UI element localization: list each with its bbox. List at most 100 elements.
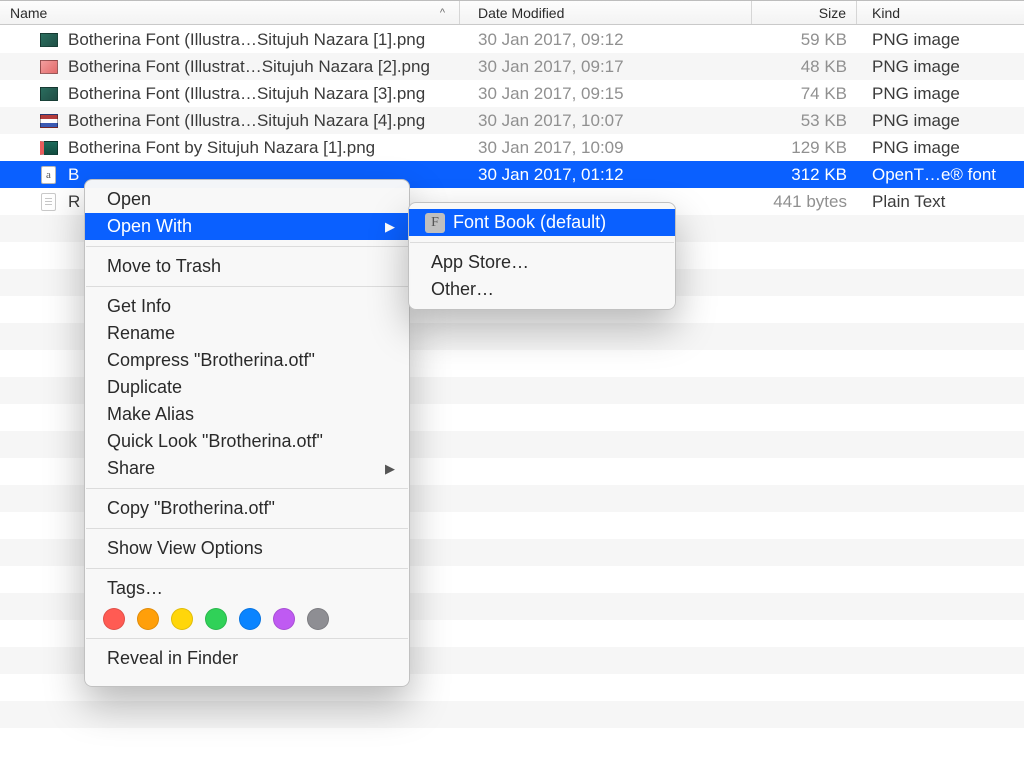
tag-color-dot[interactable] [273, 608, 295, 630]
font-file-icon [41, 166, 56, 184]
image-thumbnail-icon [40, 87, 58, 101]
table-row[interactable]: Botherina Font (Illustra…Situjuh Nazara … [0, 26, 1024, 53]
image-thumbnail-icon [40, 33, 58, 47]
file-name-label: Botherina Font (Illustra…Situjuh Nazara … [68, 84, 425, 104]
menu-rename-label: Rename [107, 323, 175, 344]
tag-color-dot[interactable] [103, 608, 125, 630]
menu-open[interactable]: Open [85, 186, 409, 213]
column-header-date[interactable]: Date Modified [460, 1, 752, 24]
tag-color-dot[interactable] [239, 608, 261, 630]
file-date-cell: 30 Jan 2017, 01:12 [460, 165, 752, 185]
menu-duplicate[interactable]: Duplicate [85, 374, 409, 401]
open-with-other[interactable]: Other… [409, 276, 675, 303]
file-size-cell: 59 KB [752, 30, 857, 50]
column-header-name-label: Name [10, 5, 47, 21]
file-date-cell: 30 Jan 2017, 09:17 [460, 57, 752, 77]
menu-rename[interactable]: Rename [85, 320, 409, 347]
menu-duplicate-label: Duplicate [107, 377, 182, 398]
menu-compress-label: Compress "Brotherina.otf" [107, 350, 315, 371]
file-name-cell: Botherina Font (Illustrat…Situjuh Nazara… [0, 57, 460, 77]
menu-quick-look[interactable]: Quick Look "Brotherina.otf" [85, 428, 409, 455]
column-header-kind[interactable]: Kind [857, 1, 1024, 24]
menu-separator [86, 638, 408, 639]
menu-open-label: Open [107, 189, 151, 210]
table-row[interactable]: Botherina Font by Situjuh Nazara [1].png… [0, 134, 1024, 161]
font-book-app-icon: F [425, 213, 445, 233]
sort-ascending-icon: ^ [440, 7, 445, 19]
file-name-cell: Botherina Font (Illustra…Situjuh Nazara … [0, 84, 460, 104]
tag-color-dot[interactable] [307, 608, 329, 630]
menu-make-alias[interactable]: Make Alias [85, 401, 409, 428]
file-name-label: Botherina Font (Illustrat…Situjuh Nazara… [68, 57, 430, 77]
file-name-label: B [68, 165, 79, 185]
tag-color-dot[interactable] [171, 608, 193, 630]
table-row[interactable]: Botherina Font (Illustrat…Situjuh Nazara… [0, 53, 1024, 80]
tag-color-row [85, 602, 409, 632]
column-header-name[interactable]: Name ^ [0, 1, 460, 24]
open-with-app-store[interactable]: App Store… [409, 249, 675, 276]
file-name-cell: Botherina Font (Illustra…Situjuh Nazara … [0, 30, 460, 50]
menu-copy[interactable]: Copy "Brotherina.otf" [85, 495, 409, 522]
file-date-cell: 30 Jan 2017, 10:09 [460, 138, 752, 158]
menu-open-with[interactable]: Open With ▶ [85, 213, 409, 240]
file-size-cell: 48 KB [752, 57, 857, 77]
menu-share[interactable]: Share ▶ [85, 455, 409, 482]
table-row[interactable]: Botherina Font (Illustra…Situjuh Nazara … [0, 80, 1024, 107]
menu-separator [86, 286, 408, 287]
file-kind-cell: PNG image [857, 111, 1024, 131]
open-with-app-store-label: App Store… [431, 252, 529, 273]
file-name-label: Botherina Font by Situjuh Nazara [1].png [68, 138, 375, 158]
menu-open-with-label: Open With [107, 216, 192, 237]
file-date-cell: 30 Jan 2017, 10:07 [460, 111, 752, 131]
chevron-right-icon: ▶ [385, 219, 395, 235]
menu-separator [86, 528, 408, 529]
file-name-label: Botherina Font (Illustra…Situjuh Nazara … [68, 30, 425, 50]
file-name-cell: Botherina Font by Situjuh Nazara [1].png [0, 138, 460, 158]
image-thumbnail-icon [40, 60, 58, 74]
menu-tags-label: Tags… [107, 578, 163, 599]
file-kind-cell: PNG image [857, 138, 1024, 158]
text-file-icon [41, 193, 56, 211]
context-menu: Open Open With ▶ Move to Trash Get Info … [84, 179, 410, 687]
file-name-label: R [68, 192, 80, 212]
menu-move-to-trash[interactable]: Move to Trash [85, 253, 409, 280]
column-header-kind-label: Kind [872, 5, 900, 21]
menu-compress[interactable]: Compress "Brotherina.otf" [85, 347, 409, 374]
menu-tags[interactable]: Tags… [85, 575, 409, 602]
column-header-date-label: Date Modified [478, 5, 564, 21]
file-size-cell: 74 KB [752, 84, 857, 104]
table-row[interactable]: Botherina Font (Illustra…Situjuh Nazara … [0, 107, 1024, 134]
column-header-row: Name ^ Date Modified Size Kind [0, 0, 1024, 25]
chevron-right-icon: ▶ [385, 461, 395, 477]
menu-get-info-label: Get Info [107, 296, 171, 317]
file-kind-cell: PNG image [857, 30, 1024, 50]
open-with-font-book[interactable]: F Font Book (default) [409, 209, 675, 236]
menu-separator [86, 488, 408, 489]
file-name-cell: Botherina Font (Illustra…Situjuh Nazara … [0, 111, 460, 131]
file-kind-cell: OpenT…e® font [857, 165, 1024, 185]
column-header-size[interactable]: Size [752, 1, 857, 24]
menu-share-label: Share [107, 458, 155, 479]
menu-make-alias-label: Make Alias [107, 404, 194, 425]
menu-reveal-in-finder-label: Reveal in Finder [107, 648, 238, 669]
tag-color-dot[interactable] [137, 608, 159, 630]
file-kind-cell: Plain Text [857, 192, 1024, 212]
menu-copy-label: Copy "Brotherina.otf" [107, 498, 275, 519]
menu-get-info[interactable]: Get Info [85, 293, 409, 320]
file-size-cell: 129 KB [752, 138, 857, 158]
image-thumbnail-icon [40, 141, 58, 155]
image-thumbnail-icon [40, 114, 58, 128]
tag-color-dot[interactable] [205, 608, 227, 630]
column-header-size-label: Size [819, 5, 846, 21]
menu-reveal-in-finder[interactable]: Reveal in Finder [85, 645, 409, 672]
menu-show-view-options-label: Show View Options [107, 538, 263, 559]
menu-separator [86, 568, 408, 569]
file-date-cell: 30 Jan 2017, 09:15 [460, 84, 752, 104]
open-with-font-book-label: Font Book (default) [453, 212, 606, 233]
file-kind-cell: PNG image [857, 84, 1024, 104]
menu-separator [410, 242, 674, 243]
open-with-other-label: Other… [431, 279, 494, 300]
file-kind-cell: PNG image [857, 57, 1024, 77]
menu-show-view-options[interactable]: Show View Options [85, 535, 409, 562]
open-with-submenu: F Font Book (default) App Store… Other… [408, 202, 676, 310]
